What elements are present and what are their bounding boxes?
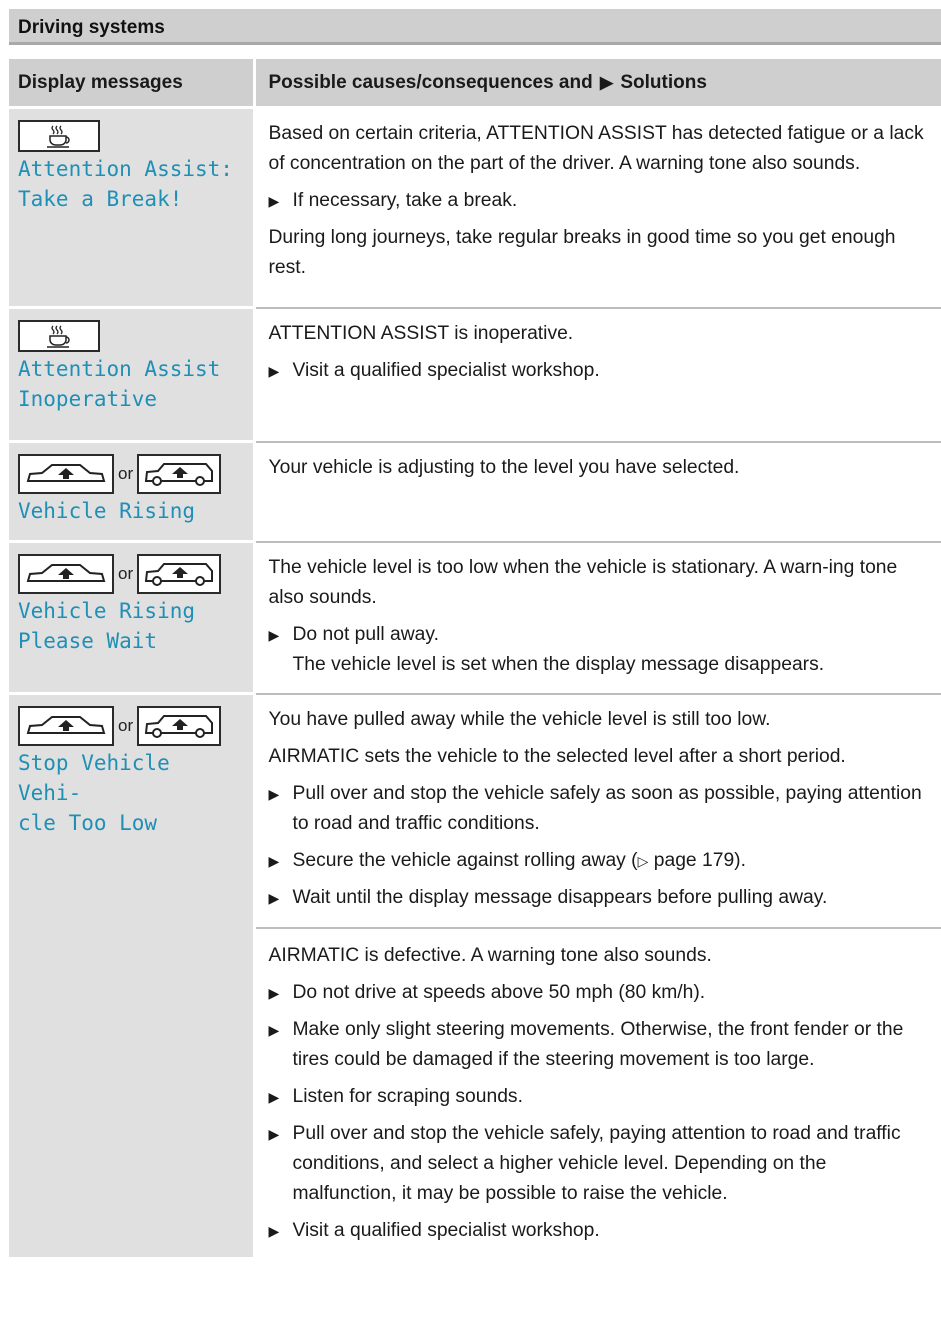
- display-message-cell: or Stop Vehicle Vehi- cle Too Low: [9, 693, 256, 1260]
- suv-level-icon: [137, 554, 222, 594]
- display-message-cell: Attention Assist: Take a Break!: [9, 107, 256, 309]
- column-header-causes-text: Possible causes/consequences and: [268, 71, 593, 93]
- table-row: or Vehicle Rising Please Wait The vehicl…: [9, 541, 941, 695]
- display-message-text: Attention Assist Inoperative: [18, 357, 221, 411]
- solution-step: Wait until the display message disappear…: [269, 883, 936, 913]
- solution-step: Make only slight steering movements. Oth…: [269, 1015, 936, 1075]
- table-row: Attention Assist: Take a Break! Based on…: [9, 107, 941, 309]
- solution-step-text: Do not pull away.: [292, 623, 439, 645]
- solution-step: Do not pull away. The vehicle level is s…: [269, 620, 936, 680]
- cause-text: Your vehicle is adjusting to the level y…: [268, 456, 740, 478]
- table-row: or Vehicle Rising Your vehicle is adjust…: [9, 441, 941, 543]
- coffee-cup-icon: [18, 120, 100, 152]
- table-row: Attention Assist Inoperative ATTENTION A…: [9, 307, 941, 443]
- solutions-arrow-icon: ▶: [599, 72, 614, 92]
- sedan-level-icon: [18, 554, 114, 594]
- causes-solutions-cell: You have pulled away while the vehicle l…: [254, 693, 941, 1259]
- display-message-text: Vehicle Rising Please Wait: [18, 599, 196, 653]
- cause-text: During long journeys, take regular break…: [268, 227, 896, 278]
- or-label: or: [118, 564, 134, 583]
- column-header-display-messages: Display messages: [9, 59, 256, 109]
- solution-step: Secure the vehicle against rolling away …: [269, 846, 936, 876]
- solution-step: Pull over and stop the vehicle safely as…: [269, 779, 936, 839]
- page-reference-text: page 179).: [648, 849, 746, 871]
- suv-level-icon: [137, 706, 222, 746]
- cause-text: ATTENTION ASSIST is inoperative.: [268, 322, 574, 344]
- cause-text: You have pulled away while the vehicle l…: [268, 708, 771, 730]
- vehicle-level-icon: or: [18, 454, 245, 494]
- sedan-level-icon: [18, 454, 114, 494]
- vehicle-level-icon: or: [18, 554, 245, 594]
- solution-step: Pull over and stop the vehicle safely, p…: [269, 1119, 936, 1209]
- display-message-text: Vehicle Rising: [18, 499, 196, 523]
- cause-text: AIRMATIC is defective. A warning tone al…: [268, 944, 712, 966]
- coffee-cup-icon: [18, 320, 100, 352]
- causes-solutions-cell: Based on certain criteria, ATTENTION ASS…: [254, 107, 941, 309]
- display-message-cell: Attention Assist Inoperative: [9, 307, 256, 443]
- display-message-text: Stop Vehicle Vehi- cle Too Low: [18, 751, 170, 835]
- display-messages-table: Display messages Possible causes/consequ…: [9, 59, 941, 1260]
- cause-text: The vehicle level is too low when the ve…: [268, 556, 898, 608]
- vehicle-level-icon: or: [18, 706, 245, 746]
- solution-step-result: The vehicle level is set when the displa…: [292, 653, 825, 675]
- causes-solutions-cell: Your vehicle is adjusting to the level y…: [254, 441, 941, 543]
- cause-text: AIRMATIC sets the vehicle to the selecte…: [268, 745, 846, 767]
- causes-solutions-cell: ATTENTION ASSIST is inoperative. Visit a…: [254, 307, 941, 443]
- or-label: or: [118, 716, 134, 735]
- section-header: Driving systems: [9, 9, 941, 45]
- suv-level-icon: [137, 454, 222, 494]
- page-reference-arrow-icon: ▷: [637, 852, 649, 869]
- display-message-text: Attention Assist: Take a Break!: [18, 157, 233, 211]
- solution-step: If necessary, take a break.: [269, 186, 936, 216]
- display-message-cell: or Vehicle Rising: [9, 441, 256, 543]
- solution-step: Visit a qualified specialist workshop.: [269, 356, 936, 386]
- solution-step: Visit a qualified specialist workshop.: [269, 1216, 936, 1246]
- table-row: or Stop Vehicle Vehi- cle Too Low You ha…: [9, 693, 941, 1260]
- column-header-solutions-text: Solutions: [620, 71, 707, 93]
- divider: [255, 926, 941, 929]
- or-label: or: [118, 464, 134, 483]
- column-header-causes-solutions: Possible causes/consequences and ▶ Solut…: [254, 59, 941, 109]
- solution-step-text: Secure the vehicle against rolling away …: [292, 849, 638, 871]
- sedan-level-icon: [18, 706, 114, 746]
- solution-step: Listen for scraping sounds.: [269, 1082, 936, 1112]
- display-message-cell: or Vehicle Rising Please Wait: [9, 541, 256, 695]
- section-title: Driving systems: [18, 17, 165, 38]
- solution-step: Do not drive at speeds above 50 mph (80 …: [269, 978, 936, 1008]
- causes-solutions-cell: The vehicle level is too low when the ve…: [254, 541, 941, 695]
- cause-text: Based on certain criteria, ATTENTION ASS…: [268, 123, 924, 174]
